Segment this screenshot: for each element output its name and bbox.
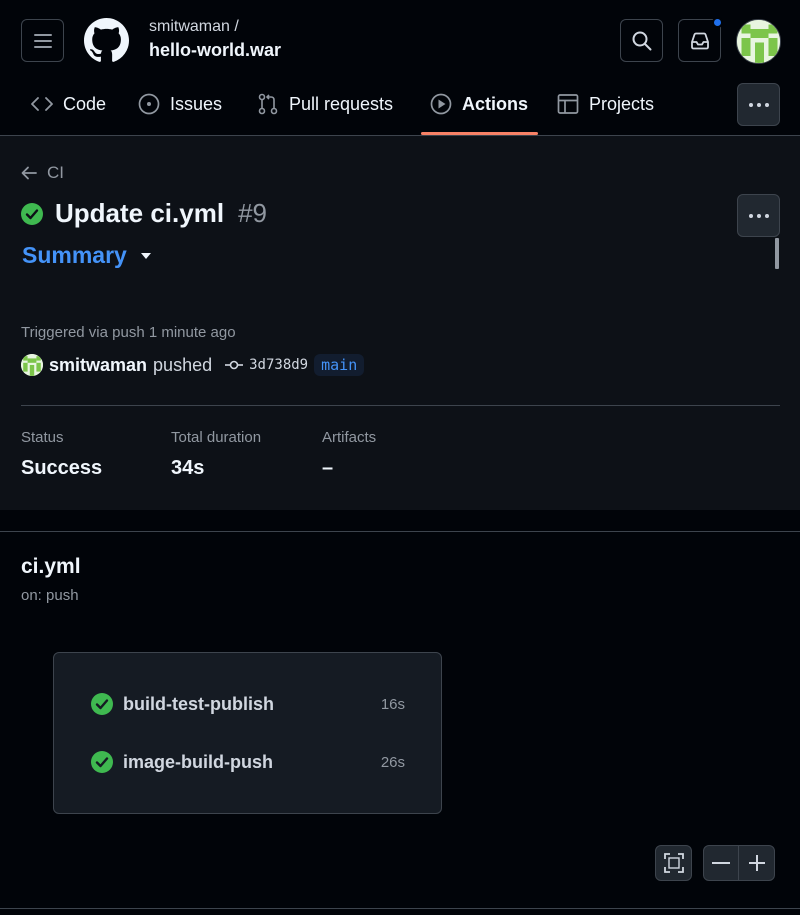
tab-pull-requests[interactable]: Pull requests [257, 84, 393, 124]
tab-label: Projects [589, 93, 655, 114]
workflow-trigger: on: push [21, 587, 79, 604]
hamburger-icon [33, 33, 52, 48]
back-to-workflow-link[interactable]: CI [21, 163, 64, 183]
tab-issues[interactable]: Issues [138, 84, 222, 124]
fullscreen-button[interactable] [655, 845, 692, 881]
zoom-in-button[interactable] [739, 846, 774, 880]
fullscreen-icon [656, 846, 691, 880]
commit-link[interactable]: 3d738d9 [224, 357, 308, 373]
summary-dropdown[interactable]: Summary [22, 242, 151, 269]
artifacts-value: – [322, 457, 334, 479]
job-item-image-build-push[interactable]: image-build-push 26s [91, 747, 405, 777]
back-label: CI [47, 163, 64, 182]
summary-label: Summary [22, 242, 127, 268]
arrow-left-icon [21, 166, 37, 180]
code-icon [31, 97, 53, 111]
workflow-file-name: ci.yml [21, 555, 81, 578]
pull-request-icon [258, 93, 278, 115]
duration-value: 34s [171, 457, 205, 479]
tab-label: Issues [170, 93, 223, 114]
search-button[interactable] [620, 19, 663, 62]
action-text: pushed [153, 354, 213, 375]
repo-name-link[interactable]: hello-world.war [149, 40, 281, 61]
kebab-icon [748, 213, 753, 218]
job-name: image-build-push [123, 751, 273, 772]
menu-button[interactable] [21, 19, 64, 62]
duration-label: Total duration [171, 429, 262, 446]
check-circle-icon [91, 693, 113, 715]
notification-indicator [712, 17, 723, 28]
jobs-card: build-test-publish 16s image-build-push … [53, 652, 442, 814]
app-header: smitwaman / hello-world.war Code Issues … [0, 0, 800, 136]
kebab-icon [748, 102, 753, 107]
check-circle-icon [91, 751, 113, 773]
issue-icon [138, 93, 160, 115]
more-tabs-button[interactable] [737, 83, 780, 126]
repo-owner-link[interactable]: smitwaman / [149, 18, 239, 36]
minus-icon [712, 862, 730, 864]
identicon-icon [21, 354, 43, 376]
tab-actions[interactable]: Actions [430, 84, 528, 124]
inbox-icon [690, 32, 709, 49]
run-title-text: Update ci.yml [55, 198, 225, 228]
run-summary-section [0, 136, 800, 510]
run-title: Update ci.yml #9 [21, 198, 267, 229]
divider [21, 405, 780, 406]
tab-label: Pull requests [289, 93, 394, 114]
branch-badge[interactable]: main [314, 354, 365, 376]
zoom-controls [703, 845, 775, 881]
tab-code[interactable]: Code [31, 84, 106, 124]
caret-down-icon [140, 252, 151, 259]
run-options-button[interactable] [737, 194, 780, 237]
scrollbar[interactable] [775, 238, 779, 269]
artifacts-label: Artifacts [322, 429, 377, 446]
tab-label: Actions [462, 93, 529, 114]
active-tab-indicator [421, 132, 538, 135]
status-value: Success [21, 457, 103, 479]
job-name: build-test-publish [123, 693, 274, 714]
job-duration: 16s [380, 695, 405, 713]
actor-link[interactable]: smitwaman [49, 355, 147, 376]
trigger-info: Triggered via push 1 minute ago [21, 324, 236, 341]
commit-sha: 3d738d9 [249, 357, 309, 373]
identicon-icon [737, 20, 780, 63]
job-item-build-test-publish[interactable]: build-test-publish 16s [91, 689, 405, 719]
table-icon [557, 94, 579, 114]
play-icon [430, 93, 452, 115]
plus-icon [748, 855, 765, 871]
git-commit-icon [225, 360, 244, 370]
zoom-out-button[interactable] [704, 846, 740, 880]
status-label: Status [21, 429, 64, 446]
search-icon [632, 31, 651, 50]
check-circle-icon [21, 202, 43, 225]
actor-avatar[interactable] [21, 354, 43, 376]
run-number: #9 [238, 198, 267, 228]
user-avatar[interactable] [736, 19, 781, 64]
push-info: smitwaman pushed 3d738d9 main [21, 354, 365, 376]
bottom-divider [0, 908, 800, 909]
tab-label: Code [63, 93, 107, 114]
tab-projects[interactable]: Projects [557, 84, 654, 124]
job-duration: 26s [380, 753, 405, 771]
github-logo-icon[interactable] [84, 18, 129, 63]
